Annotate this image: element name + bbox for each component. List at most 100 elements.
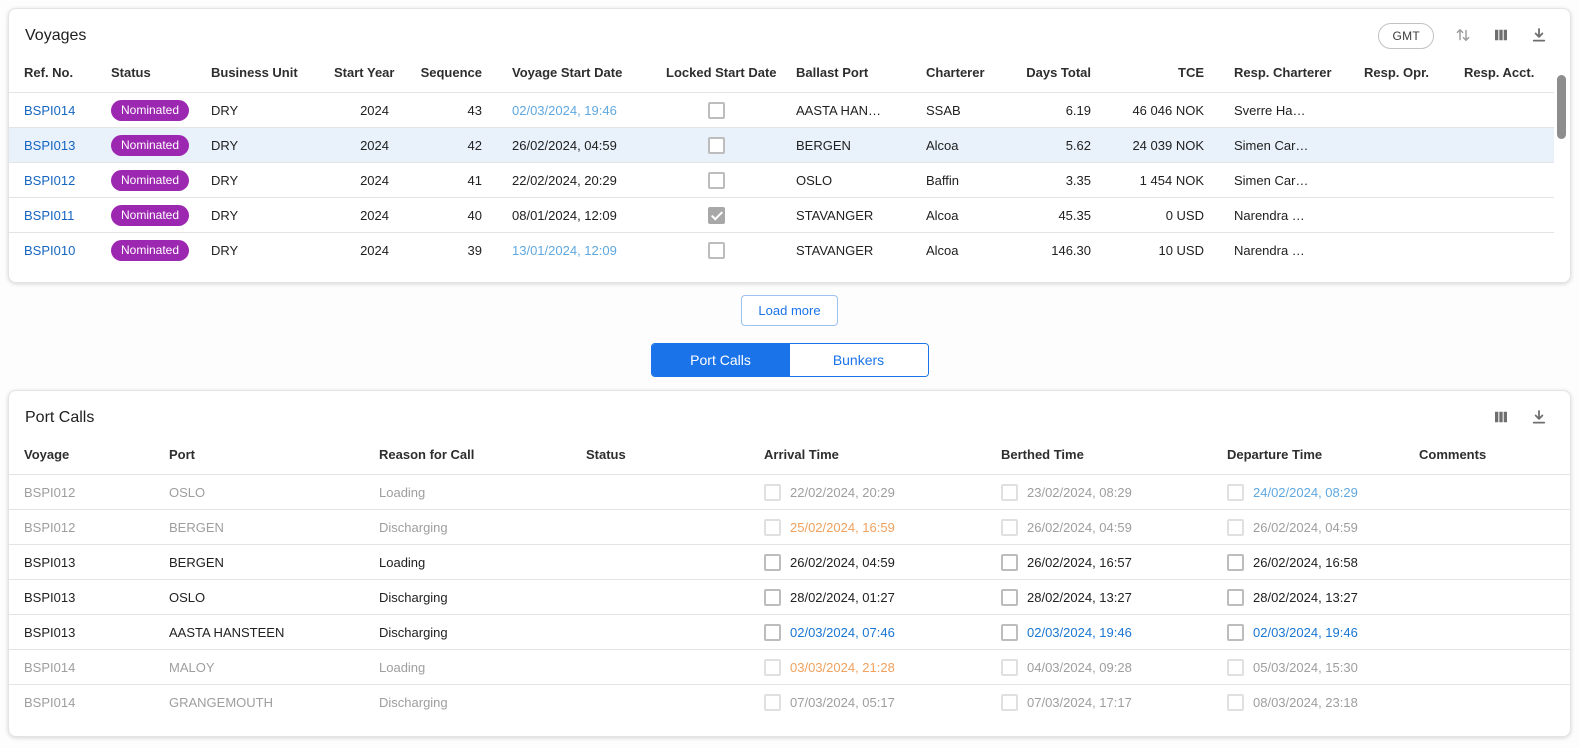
locked-start-date-checkbox[interactable] [708, 137, 725, 154]
departure-actual-checkbox[interactable] [1227, 589, 1244, 606]
arrival-time-value[interactable]: 28/02/2024, 01:27 [790, 590, 895, 605]
col-berthed-time[interactable]: Berthed Time [986, 435, 1212, 475]
col-start-year[interactable]: Start Year [319, 53, 404, 93]
port-call-row[interactable]: BSPI013 OSLO Discharging 28/02/2024, 01:… [9, 580, 1571, 615]
tab-port-calls[interactable]: Port Calls [652, 344, 790, 376]
voyage-start-date[interactable]: 02/03/2024, 19:46 [512, 103, 617, 118]
download-button[interactable] [1530, 408, 1548, 429]
voyage-ref-link[interactable]: BSPI011 [24, 208, 74, 223]
col-departure-time[interactable]: Departure Time [1212, 435, 1404, 475]
berthed-time-value[interactable]: 28/02/2024, 13:27 [1027, 590, 1132, 605]
arrival-actual-checkbox[interactable] [764, 589, 781, 606]
col-days-total[interactable]: Days Total [1011, 53, 1106, 93]
berthed-time-value[interactable]: 23/02/2024, 08:29 [1027, 485, 1132, 500]
col-resp-charterer[interactable]: Resp. Charterer [1219, 53, 1349, 93]
col-sequence[interactable]: Sequence [404, 53, 497, 93]
col-locked-start-date[interactable]: Locked Start Date [651, 53, 781, 93]
port-call-row[interactable]: BSPI013 BERGEN Loading 26/02/2024, 04:59 [9, 545, 1571, 580]
departure-actual-checkbox[interactable] [1227, 624, 1244, 641]
col-resp-opr[interactable]: Resp. Opr. [1349, 53, 1449, 93]
col-charterer[interactable]: Charterer [911, 53, 1011, 93]
col-voyage-start-date[interactable]: Voyage Start Date [497, 53, 651, 93]
arrival-actual-checkbox[interactable] [764, 624, 781, 641]
columns-button[interactable] [1492, 408, 1510, 429]
col-business-unit[interactable]: Business Unit [196, 53, 319, 93]
voyage-ref-link[interactable]: BSPI012 [24, 173, 75, 188]
arrival-time-value[interactable]: 25/02/2024, 16:59 [790, 520, 895, 535]
tab-bunkers[interactable]: Bunkers [790, 344, 928, 376]
voyage-start-date[interactable]: 22/02/2024, 20:29 [512, 173, 617, 188]
departure-time-value[interactable]: 05/03/2024, 15:30 [1253, 660, 1358, 675]
departure-actual-checkbox[interactable] [1227, 484, 1244, 501]
departure-time-value[interactable]: 02/03/2024, 19:46 [1253, 625, 1358, 640]
berthed-time-value[interactable]: 02/03/2024, 19:46 [1027, 625, 1132, 640]
departure-time-value[interactable]: 26/02/2024, 16:58 [1253, 555, 1358, 570]
port-call-row[interactable]: BSPI014 MALOY Loading 03/03/2024, 21:28 [9, 650, 1571, 685]
col-ref-no[interactable]: Ref. No. [9, 53, 96, 93]
load-more-button[interactable]: Load more [741, 295, 837, 326]
berthed-actual-checkbox[interactable] [1001, 694, 1018, 711]
col-port[interactable]: Port [154, 435, 364, 475]
col-ballast-port[interactable]: Ballast Port [781, 53, 911, 93]
arrival-time-value[interactable]: 26/02/2024, 04:59 [790, 555, 895, 570]
locked-start-date-checkbox[interactable] [708, 102, 725, 119]
voyage-row[interactable]: BSPI012 Nominated DRY 2024 41 22/02/2024… [9, 163, 1554, 198]
arrival-actual-checkbox[interactable] [764, 659, 781, 676]
berthed-actual-checkbox[interactable] [1001, 519, 1018, 536]
arrival-time-value[interactable]: 03/03/2024, 21:28 [790, 660, 895, 675]
col-status[interactable]: Status [96, 53, 196, 93]
gmt-toggle-button[interactable]: GMT [1378, 23, 1434, 49]
voyage-ref-link[interactable]: BSPI014 [24, 103, 75, 118]
download-button[interactable] [1530, 26, 1548, 47]
locked-start-date-checkbox[interactable] [708, 207, 725, 224]
port-call-row[interactable]: BSPI012 OSLO Loading 22/02/2024, 20:29 [9, 475, 1571, 510]
berthed-actual-checkbox[interactable] [1001, 554, 1018, 571]
departure-actual-checkbox[interactable] [1227, 519, 1244, 536]
columns-button[interactable] [1492, 26, 1510, 47]
berthed-actual-checkbox[interactable] [1001, 624, 1018, 641]
berthed-time-value[interactable]: 26/02/2024, 16:57 [1027, 555, 1132, 570]
arrival-actual-checkbox[interactable] [764, 554, 781, 571]
voyage-start-date[interactable]: 13/01/2024, 12:09 [512, 243, 617, 258]
voyage-row[interactable]: BSPI013 Nominated DRY 2024 42 26/02/2024… [9, 128, 1554, 163]
col-reason-for-call[interactable]: Reason for Call [364, 435, 571, 475]
col-resp-acct[interactable]: Resp. Acct. [1449, 53, 1554, 93]
arrival-actual-checkbox[interactable] [764, 484, 781, 501]
col-comments[interactable]: Comments [1404, 435, 1571, 475]
berthed-actual-checkbox[interactable] [1001, 484, 1018, 501]
berthed-time-value[interactable]: 07/03/2024, 17:17 [1027, 695, 1132, 710]
departure-time-value[interactable]: 26/02/2024, 04:59 [1253, 520, 1358, 535]
voyage-start-date[interactable]: 26/02/2024, 04:59 [512, 138, 617, 153]
arrival-time-value[interactable]: 02/03/2024, 07:46 [790, 625, 895, 640]
locked-start-date-checkbox[interactable] [708, 242, 725, 259]
port-call-row[interactable]: BSPI014 GRANGEMOUTH Discharging 07/03/20… [9, 685, 1571, 720]
departure-actual-checkbox[interactable] [1227, 554, 1244, 571]
berthed-time-value[interactable]: 04/03/2024, 09:28 [1027, 660, 1132, 675]
col-tce[interactable]: TCE [1106, 53, 1219, 93]
arrival-actual-checkbox[interactable] [764, 694, 781, 711]
departure-time-value[interactable]: 24/02/2024, 08:29 [1253, 485, 1358, 500]
departure-actual-checkbox[interactable] [1227, 694, 1244, 711]
locked-start-date-checkbox[interactable] [708, 172, 725, 189]
departure-actual-checkbox[interactable] [1227, 659, 1244, 676]
voyage-ref-link[interactable]: BSPI010 [24, 243, 75, 258]
arrival-time-value[interactable]: 22/02/2024, 20:29 [790, 485, 895, 500]
port-call-row[interactable]: BSPI012 BERGEN Discharging 25/02/2024, 1… [9, 510, 1571, 545]
voyage-row[interactable]: BSPI014 Nominated DRY 2024 43 02/03/2024… [9, 93, 1554, 128]
departure-time-value[interactable]: 08/03/2024, 23:18 [1253, 695, 1358, 710]
col-voyage[interactable]: Voyage [9, 435, 154, 475]
arrival-time-value[interactable]: 07/03/2024, 05:17 [790, 695, 895, 710]
berthed-actual-checkbox[interactable] [1001, 589, 1018, 606]
sort-button[interactable] [1454, 26, 1472, 47]
col-status[interactable]: Status [571, 435, 749, 475]
port-call-row[interactable]: BSPI013 AASTA HANSTEEN Discharging 02/03… [9, 615, 1571, 650]
voyage-ref-link[interactable]: BSPI013 [24, 138, 75, 153]
arrival-actual-checkbox[interactable] [764, 519, 781, 536]
voyage-row[interactable]: BSPI010 Nominated DRY 2024 39 13/01/2024… [9, 233, 1554, 268]
col-arrival-time[interactable]: Arrival Time [749, 435, 986, 475]
voyages-scrollbar-thumb[interactable] [1557, 75, 1566, 139]
departure-time-value[interactable]: 28/02/2024, 13:27 [1253, 590, 1358, 605]
voyage-row[interactable]: BSPI011 Nominated DRY 2024 40 08/01/2024… [9, 198, 1554, 233]
voyage-start-date[interactable]: 08/01/2024, 12:09 [512, 208, 617, 223]
berthed-time-value[interactable]: 26/02/2024, 04:59 [1027, 520, 1132, 535]
